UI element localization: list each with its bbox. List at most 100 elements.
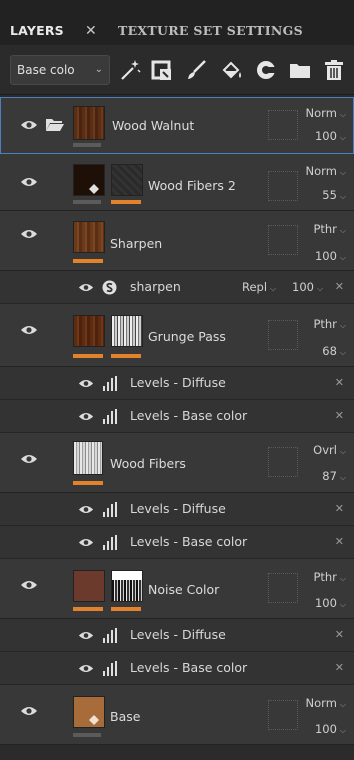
layer-row[interactable]: Noise Color Pthr ⌵ 100 ⌵ — [0, 559, 354, 619]
layer-thumbnail — [73, 315, 105, 347]
layer-thumbnail-underline — [73, 143, 101, 147]
blend-mode-select[interactable]: Pthr ⌵ — [313, 222, 346, 236]
eye-icon[interactable] — [78, 411, 94, 422]
sublayer-blend-select[interactable]: Repl ⌵ — [242, 280, 276, 294]
opacity-select[interactable]: 87 ⌵ — [322, 469, 346, 483]
chevron-down-icon: ⌵ — [316, 284, 324, 293]
mask-slot[interactable] — [268, 225, 298, 255]
add-folder-icon[interactable] — [288, 58, 312, 82]
chevron-down-icon: ⌵ — [339, 574, 346, 583]
eye-icon[interactable] — [78, 630, 94, 641]
layer-thumbnail-underline — [73, 607, 103, 611]
close-icon[interactable]: ✕ — [335, 376, 344, 389]
eye-icon[interactable] — [20, 119, 38, 131]
layer-thumbnail-underline — [73, 354, 103, 358]
layer-row[interactable]: Grunge Pass Pthr ⌵ 68 ⌵ — [0, 304, 354, 367]
levels-sublayer[interactable]: Levels - Base color ✕ — [0, 652, 354, 685]
layer-name[interactable]: Noise Color — [148, 582, 219, 597]
fill-layer-icon[interactable] — [150, 58, 174, 82]
opacity-select[interactable]: 100 ⌵ — [315, 596, 346, 610]
layer-thumbnail-underline — [73, 481, 103, 485]
filter-sublayer[interactable]: sharpen Repl ⌵ 100 ⌵ ✕ — [0, 271, 354, 304]
levels-sublayer[interactable]: Levels - Diffuse ✕ — [0, 367, 354, 400]
levels-sublayer[interactable]: Levels - Base color ✕ — [0, 400, 354, 433]
smart-material-icon[interactable] — [255, 58, 279, 82]
mask-slot[interactable] — [268, 573, 298, 603]
paint-brush-icon[interactable] — [185, 58, 209, 82]
close-icon[interactable]: ✕ — [335, 409, 344, 422]
blend-mode-select[interactable]: Norm ⌵ — [306, 696, 346, 710]
eye-icon[interactable] — [20, 453, 38, 465]
eye-icon[interactable] — [20, 579, 38, 591]
opacity-select[interactable]: 55 ⌵ — [322, 188, 346, 202]
levels-sublayer[interactable]: Levels - Base color ✕ — [0, 526, 354, 559]
layer-name[interactable]: Sharpen — [110, 236, 162, 251]
eye-icon[interactable] — [20, 176, 38, 188]
fill-bucket-icon — [89, 184, 99, 194]
opacity-select[interactable]: 100 ⌵ — [315, 129, 346, 143]
chevron-down-icon: ⌵ — [339, 110, 346, 119]
blend-mode-select[interactable]: Norm ⌵ — [306, 106, 346, 120]
levels-sublayer[interactable]: Levels - Diffuse ✕ — [0, 493, 354, 526]
mask-thumbnail — [111, 315, 143, 347]
mask-slot[interactable] — [268, 110, 298, 140]
layer-row[interactable]: Wood Walnut Norm ⌵ 100 ⌵ — [0, 97, 354, 154]
eye-icon[interactable] — [78, 282, 94, 293]
magic-wand-icon[interactable] — [118, 58, 142, 82]
layer-name[interactable]: Base — [110, 709, 140, 724]
layer-row[interactable]: Sharpen Pthr ⌵ 100 ⌵ — [0, 211, 354, 271]
layer-row[interactable]: Base Norm ⌵ 100 ⌵ — [0, 685, 354, 745]
blend-mode-select[interactable]: Norm ⌵ — [306, 164, 346, 178]
chevron-down-icon: ⌵ — [339, 726, 346, 735]
layer-name[interactable]: Wood Walnut — [112, 118, 194, 133]
sublayer-name: Levels - Diffuse — [130, 627, 226, 642]
eye-icon[interactable] — [20, 705, 38, 717]
layer-name[interactable]: Grunge Pass — [148, 329, 226, 344]
channel-select[interactable]: Base colo ⌄ — [10, 55, 110, 85]
delete-icon[interactable] — [322, 58, 346, 82]
chevron-down-icon: ⌵ — [339, 447, 346, 456]
eye-icon[interactable] — [78, 378, 94, 389]
eye-icon[interactable] — [20, 228, 38, 240]
close-icon[interactable]: ✕ — [335, 502, 344, 515]
opacity-select[interactable]: 100 ⌵ — [315, 722, 346, 736]
levels-icon — [103, 661, 117, 676]
layer-thumbnail — [73, 570, 105, 602]
tab-texture-set-settings[interactable]: TEXTURE SET SETTINGS — [118, 20, 303, 45]
layer-name[interactable]: Wood Fibers 2 — [148, 178, 236, 193]
chevron-down-icon: ⌵ — [339, 133, 346, 142]
opacity-select[interactable]: 68 ⌵ — [322, 344, 346, 358]
folder-open-icon[interactable] — [45, 117, 65, 133]
sublayer-name: Levels - Base color — [130, 534, 248, 549]
mask-slot[interactable] — [268, 447, 298, 477]
fill-bucket-icon[interactable] — [220, 58, 244, 82]
eye-icon[interactable] — [78, 537, 94, 548]
sublayer-opacity-select[interactable]: 100 ⌵ — [292, 280, 323, 294]
mask-slot[interactable] — [268, 700, 298, 730]
levels-sublayer[interactable]: Levels - Diffuse ✕ — [0, 619, 354, 652]
layer-thumbnail-underline — [73, 259, 103, 263]
levels-icon — [103, 535, 117, 550]
close-icon[interactable]: ✕ — [335, 661, 344, 674]
substance-filter-icon — [102, 280, 117, 295]
mask-slot[interactable] — [268, 320, 298, 350]
levels-icon — [103, 502, 117, 517]
layer-name[interactable]: Wood Fibers — [110, 456, 186, 471]
opacity-select[interactable]: 100 ⌵ — [315, 249, 346, 263]
blend-mode-select[interactable]: Pthr ⌵ — [313, 570, 346, 584]
chevron-down-icon: ⌵ — [339, 192, 346, 201]
eye-icon[interactable] — [20, 324, 38, 336]
close-icon[interactable]: ✕ — [335, 535, 344, 548]
close-tab-icon[interactable]: ✕ — [85, 20, 97, 42]
blend-mode-select[interactable]: Ovrl ⌵ — [313, 443, 346, 457]
layer-row[interactable]: Wood Fibers 2 Norm ⌵ 55 ⌵ — [0, 154, 354, 211]
eye-icon[interactable] — [78, 504, 94, 515]
close-icon[interactable]: ✕ — [335, 628, 344, 641]
blend-mode-select[interactable]: Pthr ⌵ — [313, 317, 346, 331]
layer-row[interactable]: Wood Fibers Ovrl ⌵ 87 ⌵ — [0, 433, 354, 493]
close-icon[interactable]: ✕ — [335, 280, 344, 293]
chevron-down-icon: ⌵ — [339, 600, 346, 609]
tab-layers[interactable]: LAYERS — [10, 20, 64, 45]
mask-slot[interactable] — [268, 171, 298, 201]
eye-icon[interactable] — [78, 663, 94, 674]
